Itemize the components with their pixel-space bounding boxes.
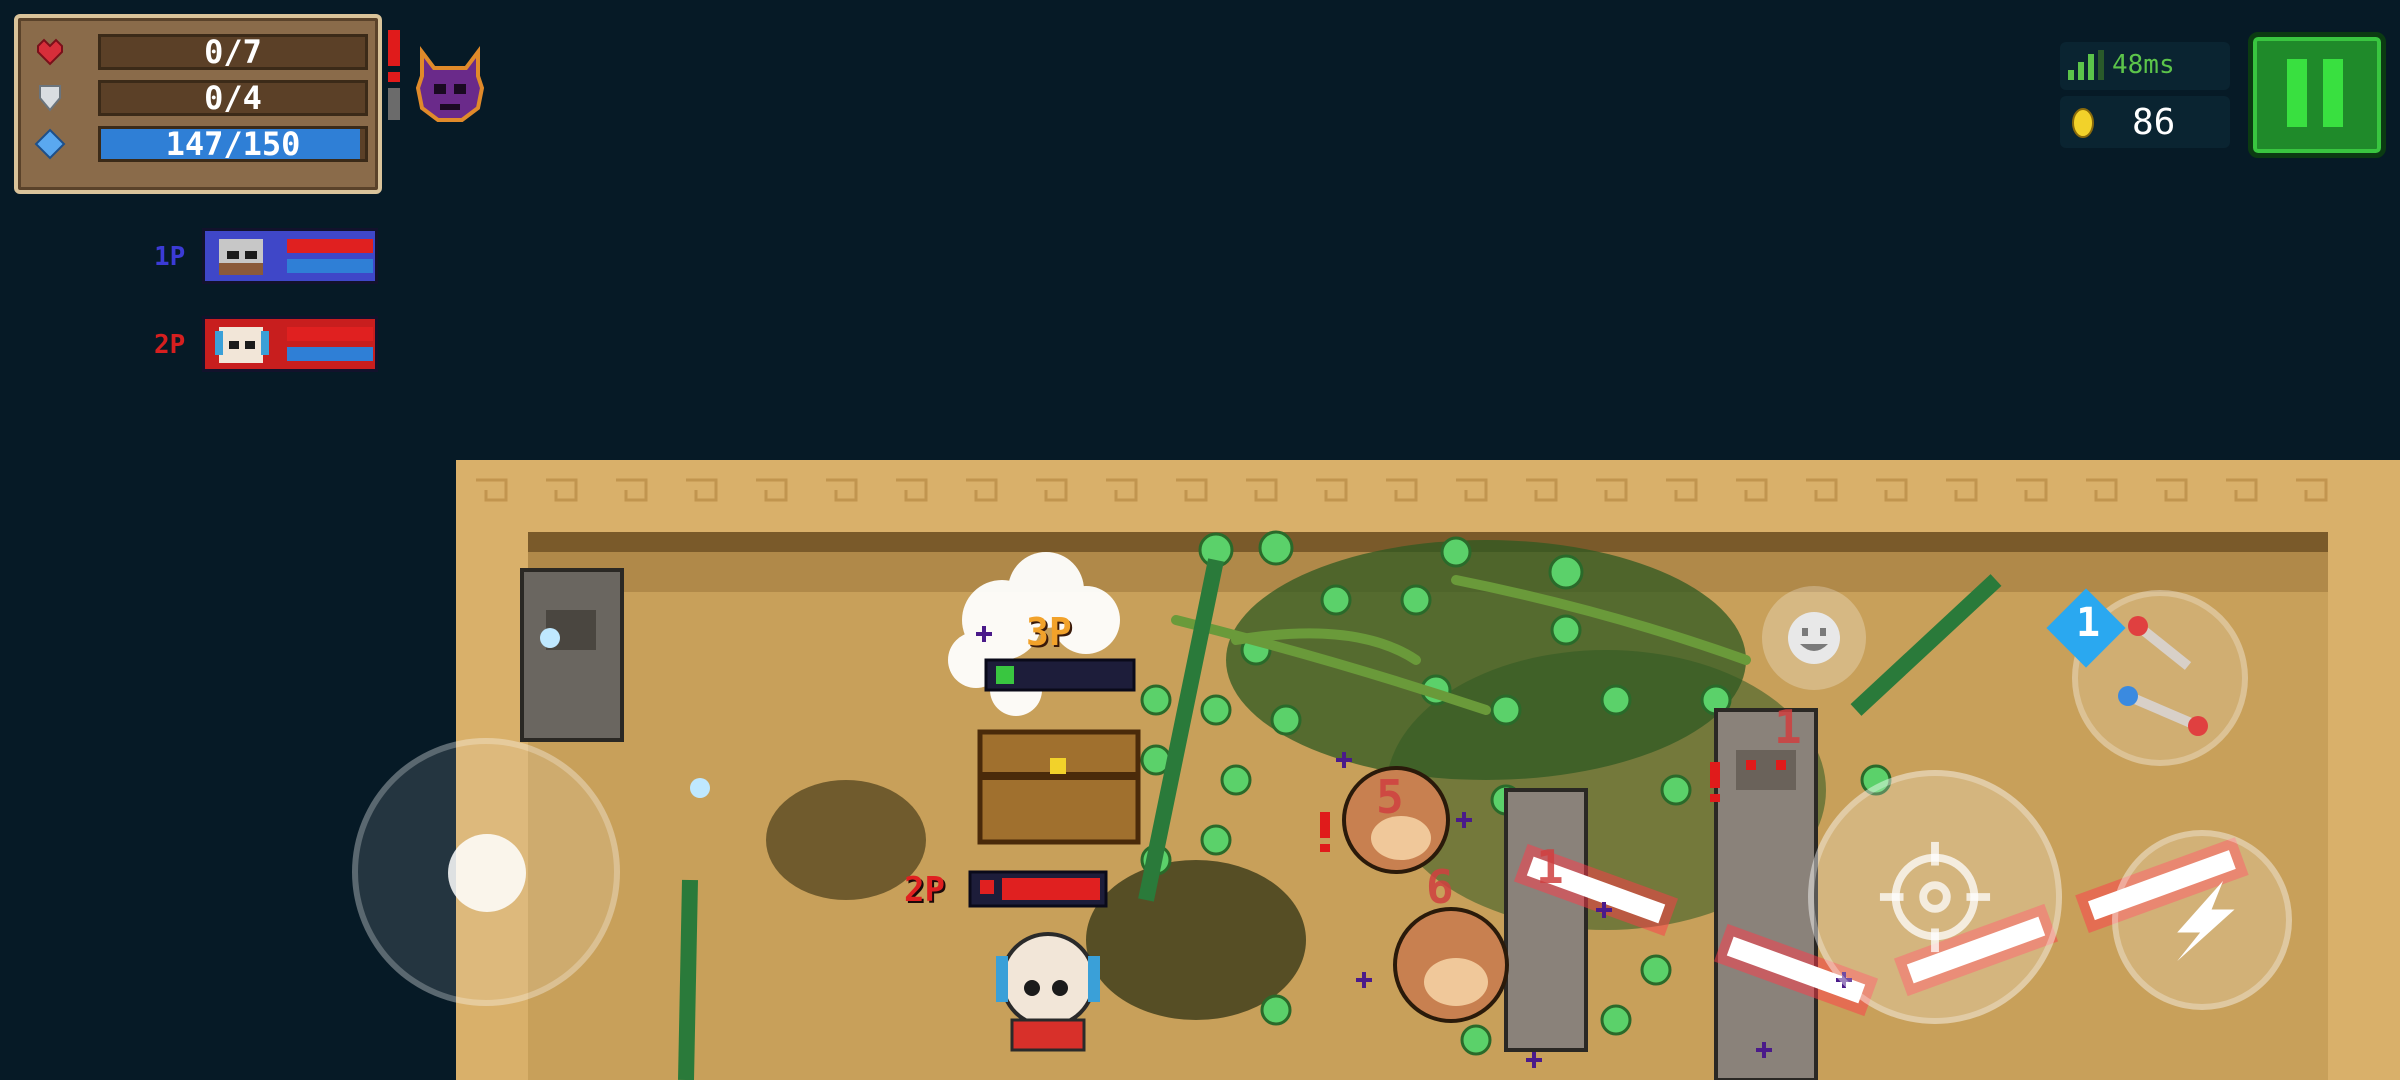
dungeon-room bbox=[456, 460, 2400, 1080]
energy-value: 147/150 bbox=[165, 125, 301, 163]
ping-value: 48ms bbox=[2112, 50, 2175, 80]
treasure-chest[interactable] bbox=[977, 729, 1141, 845]
player-2-world-label: 2P bbox=[904, 870, 945, 910]
attack-button[interactable] bbox=[1808, 770, 2062, 1024]
player-2-tag: 2P bbox=[154, 330, 186, 360]
stone-statue-right bbox=[1714, 708, 1818, 1080]
boss-demon-icon[interactable] bbox=[410, 44, 490, 124]
emote-button[interactable] bbox=[1762, 586, 1866, 690]
signal-icon bbox=[2068, 50, 2104, 80]
player-1-card[interactable] bbox=[202, 228, 378, 284]
emote-icon bbox=[1788, 612, 1840, 664]
damage-number-1: 1 bbox=[1536, 840, 1564, 894]
coin-icon bbox=[2072, 108, 2094, 138]
damage-number-5: 5 bbox=[1376, 770, 1404, 824]
pause-icon bbox=[2287, 59, 2343, 127]
skill-button[interactable] bbox=[2112, 830, 2292, 1010]
movement-joystick[interactable] bbox=[352, 738, 620, 1006]
coin-count: 86 bbox=[2132, 102, 2176, 143]
player-2-card[interactable] bbox=[202, 316, 378, 372]
player-2-avatar bbox=[215, 327, 269, 363]
player-1-tag: 1P bbox=[154, 242, 186, 272]
alert-indicator bbox=[388, 30, 400, 120]
stone-statue-left bbox=[520, 568, 624, 742]
energy-bar: 147/150 bbox=[98, 126, 368, 162]
damage-number-6: 6 bbox=[1426, 860, 1454, 914]
coin-counter: 86 bbox=[2060, 96, 2230, 148]
crosshair-icon bbox=[1879, 841, 1991, 953]
player-3-label: 3P bbox=[1026, 610, 1072, 654]
joystick-knob[interactable] bbox=[448, 834, 526, 912]
player-2-character bbox=[996, 932, 1100, 1052]
network-status: 48ms bbox=[2060, 42, 2230, 90]
weapon-swap-icon bbox=[2118, 616, 2208, 736]
health-bar: 0/7 bbox=[98, 34, 368, 70]
health-row: 0/7 bbox=[30, 32, 370, 72]
energy-row: 147/150 bbox=[30, 124, 370, 164]
health-value: 0/7 bbox=[204, 33, 262, 71]
armor-row: 0/4 bbox=[30, 78, 370, 118]
skill-bolt-icon bbox=[2177, 880, 2235, 962]
monkey-enemy-2 bbox=[1393, 907, 1509, 1023]
game-world[interactable]: 3P 2P 5 6 1 1 bbox=[456, 460, 2400, 1080]
pause-button[interactable] bbox=[2248, 32, 2386, 158]
weapon-slot-number: 1 bbox=[2076, 600, 2101, 646]
armor-value: 0/4 bbox=[204, 79, 262, 117]
stats-panel: 0/7 0/4 147/150 bbox=[14, 14, 382, 194]
stone-statue-center bbox=[1504, 788, 1588, 1052]
energy-gem-icon bbox=[34, 128, 66, 160]
heart-icon bbox=[37, 38, 63, 66]
armor-bar: 0/4 bbox=[98, 80, 368, 116]
shield-icon bbox=[39, 85, 61, 112]
damage-number-1b: 1 bbox=[1774, 700, 1802, 754]
player-1-avatar bbox=[219, 239, 263, 275]
